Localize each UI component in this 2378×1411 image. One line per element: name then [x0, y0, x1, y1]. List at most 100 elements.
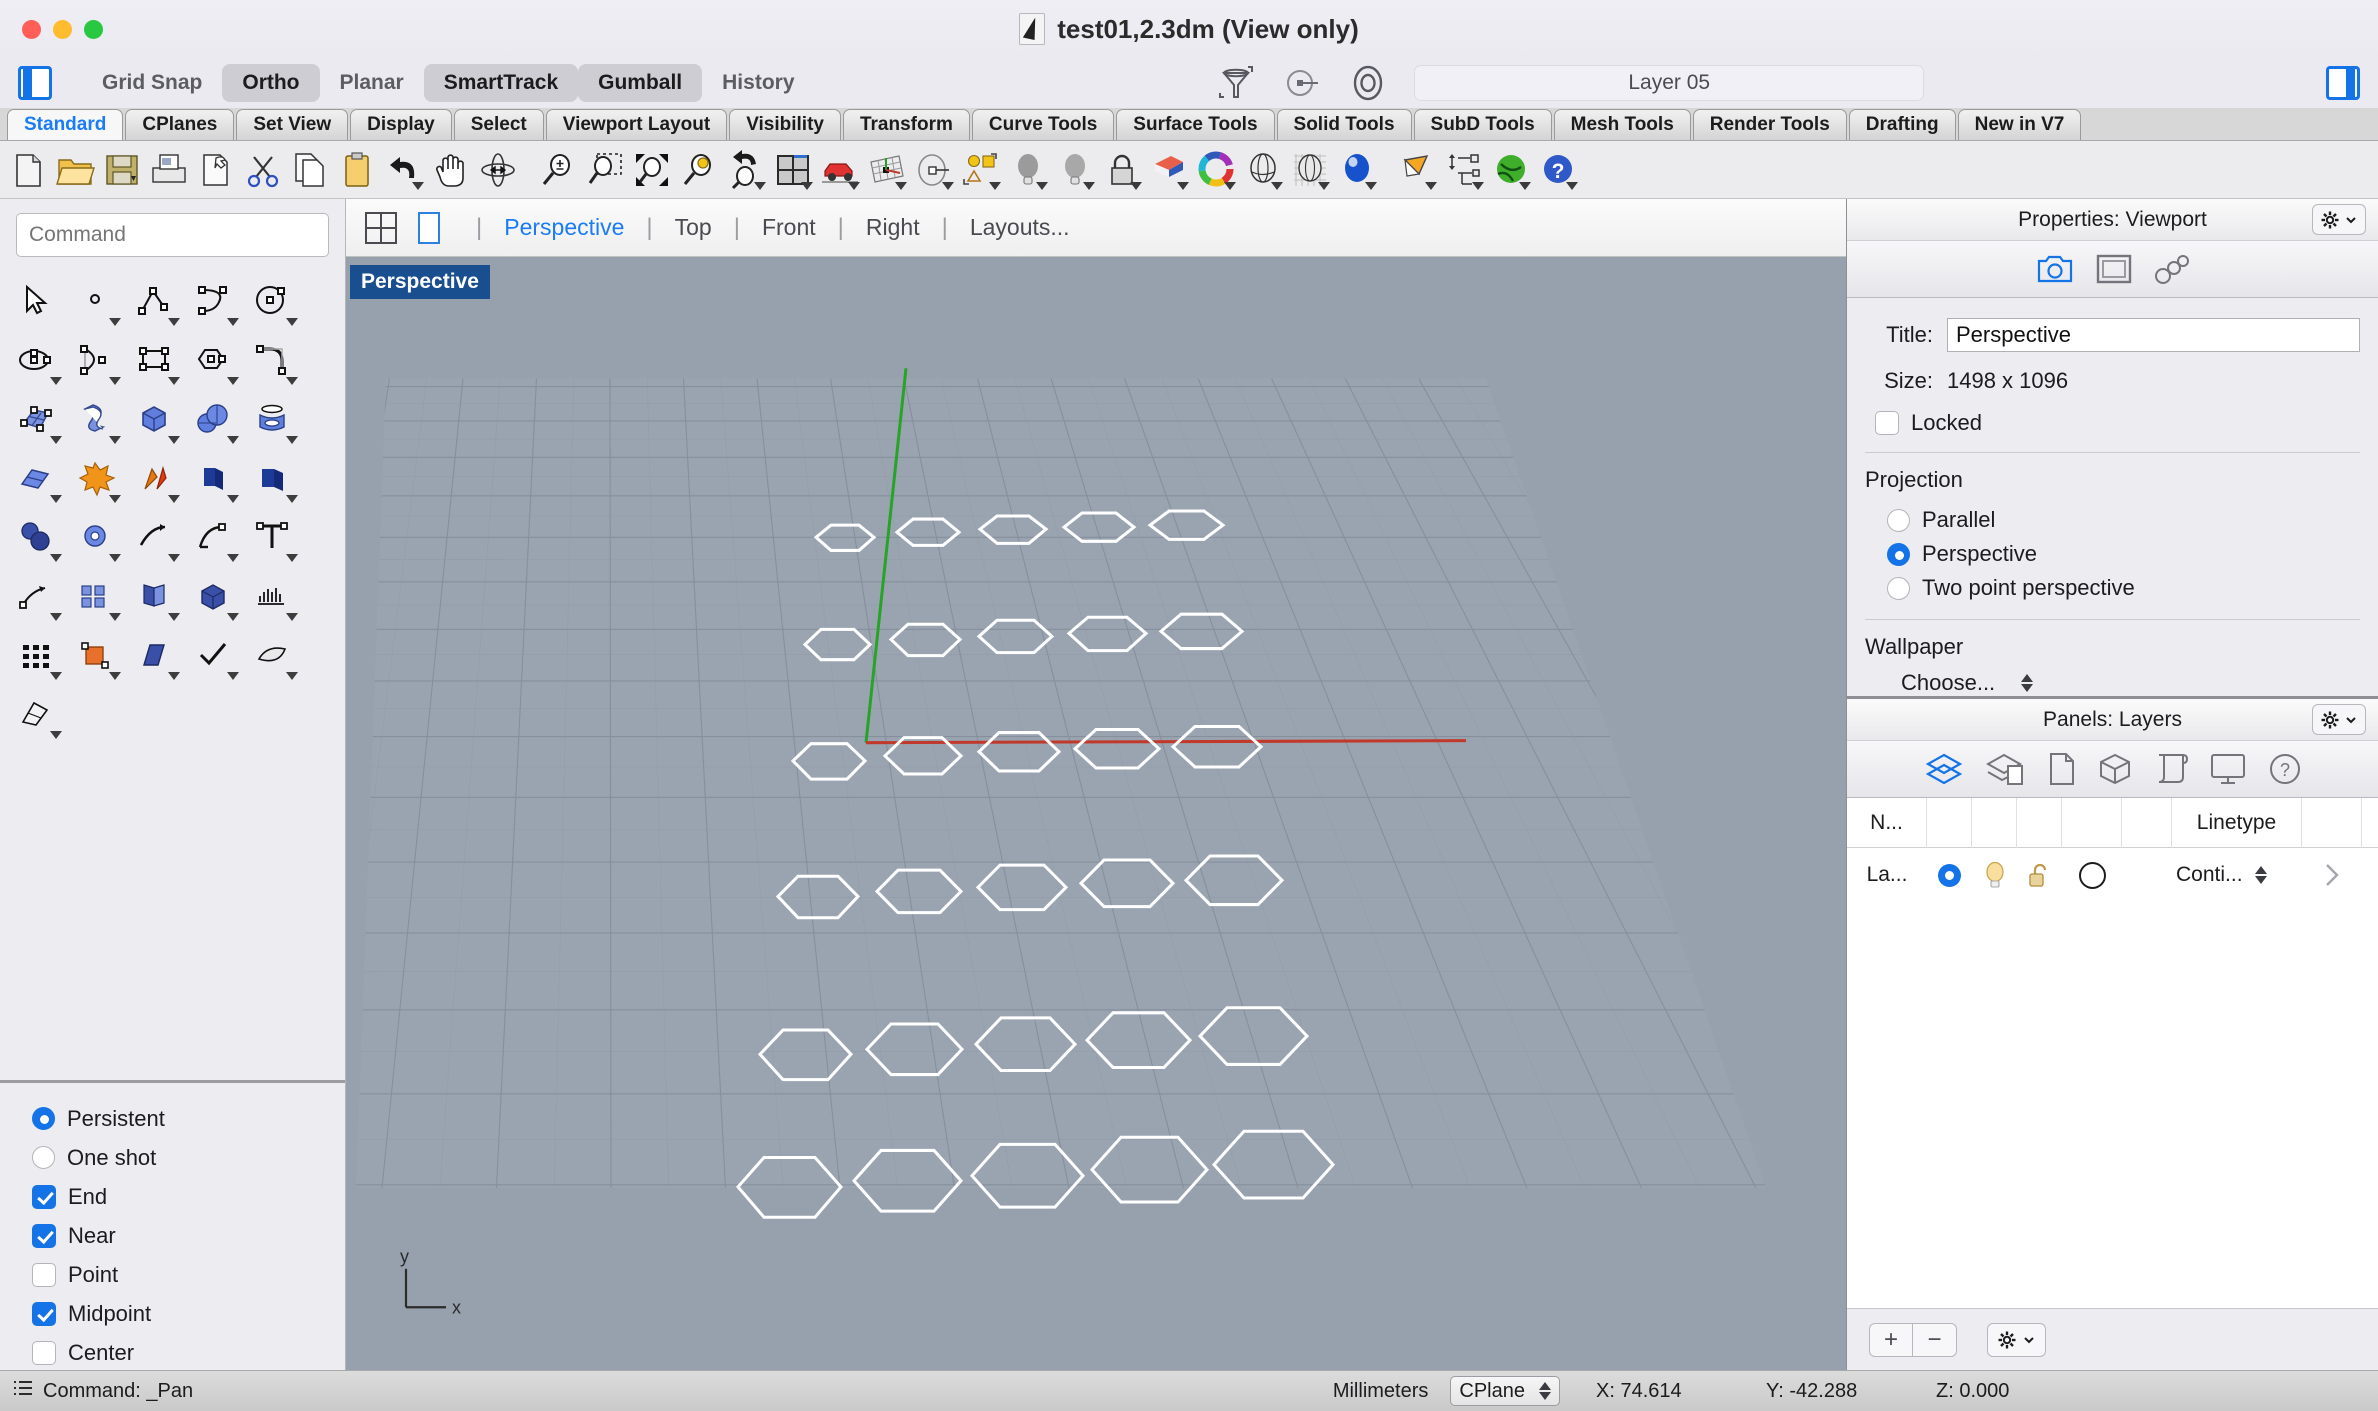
split-icon[interactable]	[124, 448, 183, 507]
viewport-tab-top[interactable]: Top	[669, 214, 718, 241]
column-extra[interactable]	[2302, 797, 2362, 848]
chevron-down-icon[interactable]	[109, 613, 121, 621]
chevron-down-icon[interactable]	[801, 181, 813, 190]
list-menu-icon[interactable]	[12, 1377, 34, 1405]
stepper-arrows-icon[interactable]	[2254, 866, 2267, 884]
scroll-icon[interactable]	[2154, 752, 2188, 786]
four-viewport-icon[interactable]	[771, 146, 815, 194]
sphere-boolean-icon[interactable]	[183, 389, 242, 448]
offset-surface-icon[interactable]	[183, 448, 242, 507]
osnap-end[interactable]: End	[32, 1177, 345, 1216]
chevron-down-icon[interactable]	[50, 436, 62, 444]
chevron-down-icon[interactable]	[168, 672, 180, 680]
walkthrough-car-icon[interactable]	[818, 146, 862, 194]
osnap-mode-persistent[interactable]: Persistent	[32, 1099, 345, 1138]
left-sidebar-toggle-button[interactable]	[18, 66, 52, 100]
chevron-down-icon[interactable]	[227, 377, 239, 385]
set-cplane-icon[interactable]	[865, 146, 909, 194]
chevron-down-icon[interactable]	[168, 318, 180, 326]
layer-name[interactable]: La...	[1847, 850, 1927, 900]
chevron-down-icon[interactable]	[1365, 181, 1377, 190]
cube-icon[interactable]	[2098, 752, 2132, 786]
arc-icon[interactable]	[65, 330, 124, 389]
tab-drafting[interactable]: Drafting	[1848, 109, 1956, 140]
current-layer-combo[interactable]: Layer 05	[1414, 65, 1925, 101]
tab-cplanes[interactable]: CPlanes	[125, 109, 235, 140]
mirror-icon[interactable]	[124, 566, 183, 625]
properties-gear-button[interactable]	[2312, 204, 2366, 235]
viewport-tab-front[interactable]: Front	[756, 214, 822, 241]
chevron-down-icon[interactable]	[50, 554, 62, 562]
fillet-curve-icon[interactable]	[242, 330, 301, 389]
viewport-tab-layouts[interactable]: Layouts...	[964, 214, 1076, 241]
add-layer-button[interactable]: +	[1869, 1322, 1913, 1357]
radio-two-point-perspective[interactable]	[1887, 576, 1910, 600]
undo-view-change-icon[interactable]	[724, 146, 768, 194]
chevron-down-icon[interactable]	[50, 495, 62, 503]
radio-one-shot[interactable]	[32, 1146, 55, 1169]
stepper-arrows-icon[interactable]	[1539, 1382, 1551, 1400]
rotate-view-icon[interactable]	[476, 146, 520, 194]
shear-icon[interactable]	[124, 625, 183, 684]
column-visible[interactable]	[1972, 797, 2017, 848]
chevron-down-icon[interactable]	[227, 436, 239, 444]
set-layer-target-icon[interactable]	[1282, 63, 1322, 103]
gradient-icon[interactable]	[242, 566, 301, 625]
stepper-arrows-icon[interactable]	[2021, 674, 2034, 692]
circle-icon[interactable]	[242, 271, 301, 330]
chevron-down-icon[interactable]	[989, 181, 1001, 190]
light-bulb-icon[interactable]	[1006, 146, 1050, 194]
checkbox-point[interactable]	[32, 1262, 56, 1287]
print-icon[interactable]	[147, 146, 191, 194]
chevron-down-icon[interactable]	[227, 672, 239, 680]
color-wheel-icon[interactable]	[1194, 146, 1238, 194]
maximize-window-button[interactable]	[84, 19, 103, 39]
chevron-down-icon[interactable]	[109, 554, 121, 562]
chevron-down-icon[interactable]	[1036, 181, 1048, 190]
tab-select[interactable]: Select	[453, 109, 544, 140]
locked-row[interactable]: Locked	[1875, 410, 2360, 436]
zoom-window-icon[interactable]	[583, 146, 627, 194]
checkbox-center[interactable]	[32, 1340, 56, 1365]
chevron-down-icon[interactable]	[286, 377, 298, 385]
chevron-down-icon[interactable]	[109, 495, 121, 503]
radio-persistent[interactable]	[32, 1107, 55, 1130]
copy-icon[interactable]	[288, 146, 332, 194]
column-material[interactable]	[2122, 797, 2172, 848]
column-current[interactable]	[1927, 797, 1972, 848]
checkbox-end[interactable]	[32, 1184, 56, 1209]
cap-planar-icon[interactable]	[242, 448, 301, 507]
light-bulb-icon[interactable]	[1972, 850, 2017, 900]
table-row[interactable]: La... Conti...	[1847, 848, 2378, 902]
save-icon[interactable]	[100, 146, 144, 194]
chevron-down-icon[interactable]	[286, 672, 298, 680]
column-linetype[interactable]: Linetype	[2172, 797, 2302, 848]
paste-icon[interactable]	[335, 146, 379, 194]
chevron-down-icon[interactable]	[1519, 181, 1531, 190]
chevron-down-icon[interactable]	[286, 318, 298, 326]
column-name[interactable]: N...	[1847, 797, 1927, 848]
pan-hand-icon[interactable]	[429, 146, 473, 194]
tab-set-view[interactable]: Set View	[236, 109, 349, 140]
chevron-down-icon[interactable]	[168, 377, 180, 385]
chevron-down-icon[interactable]	[168, 436, 180, 444]
chevron-down-icon[interactable]	[50, 613, 62, 621]
patch-icon[interactable]	[242, 625, 301, 684]
revolve-icon[interactable]	[242, 389, 301, 448]
surface-edit-icon[interactable]	[6, 448, 65, 507]
checkbox-midpoint[interactable]	[32, 1301, 56, 1326]
ghosted-sphere-icon[interactable]	[1288, 146, 1332, 194]
filter-funnel-icon[interactable]	[1216, 63, 1256, 103]
toggle-gumball[interactable]: Gumball	[578, 64, 703, 102]
page-icon[interactable]	[2048, 752, 2076, 786]
tab-render-tools[interactable]: Render Tools	[1692, 109, 1847, 140]
chevron-down-icon[interactable]	[1083, 181, 1095, 190]
layer-color-swatch[interactable]	[2062, 850, 2122, 900]
layers-gear-button[interactable]	[2312, 704, 2366, 735]
tab-new-in-v7[interactable]: New in V7	[1957, 109, 2082, 140]
layers-icon[interactable]	[1924, 752, 1964, 786]
viewport-tab-right[interactable]: Right	[860, 214, 926, 241]
render-color-icon[interactable]	[1147, 146, 1191, 194]
zoom-extents-icon[interactable]	[630, 146, 674, 194]
current-layer-dot[interactable]	[1927, 850, 1972, 900]
